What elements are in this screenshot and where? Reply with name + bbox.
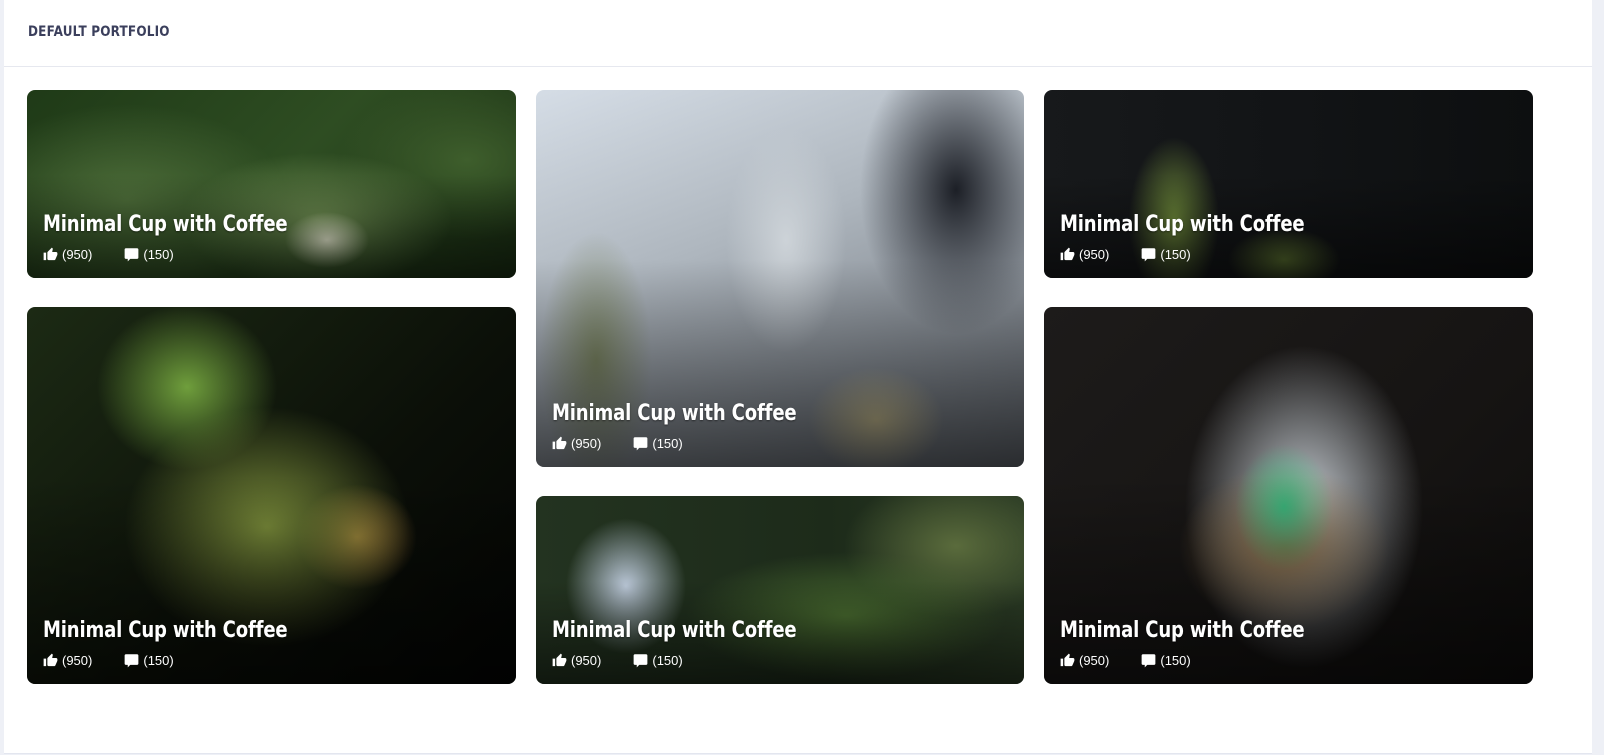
comment-icon — [124, 248, 139, 262]
card-caption: Minimal Cup with Coffee (950) (150) — [1060, 618, 1358, 668]
comments-count[interactable]: (150) — [633, 653, 683, 668]
comment-icon — [633, 654, 648, 668]
card-caption: Minimal Cup with Coffee (950) (150) — [552, 618, 850, 668]
likes-count[interactable]: (950) — [552, 653, 601, 668]
portfolio-card[interactable]: Minimal Cup with Coffee (950) (150) — [1044, 307, 1533, 684]
likes-count[interactable]: (950) — [1060, 247, 1109, 262]
comment-icon — [1141, 248, 1156, 262]
page-title: DEFAULT PORTFOLIO — [28, 24, 170, 40]
card-title: Minimal Cup with Coffee — [43, 212, 288, 237]
comment-icon — [124, 654, 139, 668]
card-caption: Minimal Cup with Coffee (950) (150) — [43, 618, 341, 668]
comments-count[interactable]: (150) — [633, 436, 683, 451]
card-title: Minimal Cup with Coffee — [1060, 618, 1305, 643]
card-caption: Minimal Cup with Coffee (950) (150) — [1060, 212, 1358, 262]
thumbs-up-icon — [43, 653, 58, 667]
thumbs-up-icon — [43, 247, 58, 261]
vertical-scrollbar[interactable] — [1592, 0, 1604, 755]
comments-count[interactable]: (150) — [124, 247, 174, 262]
likes-count[interactable]: (950) — [43, 653, 92, 668]
portfolio-card[interactable]: Minimal Cup with Coffee (950) (150) — [27, 307, 516, 684]
comment-icon — [633, 437, 648, 451]
comment-icon — [1141, 654, 1156, 668]
portfolio-card[interactable]: Minimal Cup with Coffee (950) (150) — [536, 496, 1024, 684]
thumbs-up-icon — [552, 436, 567, 450]
portfolio-card[interactable]: Minimal Cup with Coffee (950) (150) — [1044, 90, 1533, 278]
likes-count[interactable]: (950) — [552, 436, 601, 451]
portfolio-card[interactable]: Minimal Cup with Coffee (950) (150) — [27, 90, 516, 278]
likes-count[interactable]: (950) — [1060, 653, 1109, 668]
comments-count[interactable]: (150) — [1141, 653, 1191, 668]
thumbs-up-icon — [552, 653, 567, 667]
thumbs-up-icon — [1060, 653, 1075, 667]
card-caption: Minimal Cup with Coffee (950) (150) — [552, 401, 850, 451]
likes-count[interactable]: (950) — [43, 247, 92, 262]
card-caption: Minimal Cup with Coffee (950) (150) — [43, 212, 341, 262]
card-title: Minimal Cup with Coffee — [1060, 212, 1305, 237]
panel-header: DEFAULT PORTFOLIO — [4, 0, 1592, 67]
card-title: Minimal Cup with Coffee — [43, 618, 288, 643]
card-title: Minimal Cup with Coffee — [552, 618, 797, 643]
portfolio-card[interactable]: Minimal Cup with Coffee (950) (150) — [536, 90, 1024, 467]
comments-count[interactable]: (150) — [1141, 247, 1191, 262]
portfolio-panel: DEFAULT PORTFOLIO Minimal Cup with Coffe… — [4, 0, 1592, 754]
comments-count[interactable]: (150) — [124, 653, 174, 668]
card-title: Minimal Cup with Coffee — [552, 401, 797, 426]
thumbs-up-icon — [1060, 247, 1075, 261]
